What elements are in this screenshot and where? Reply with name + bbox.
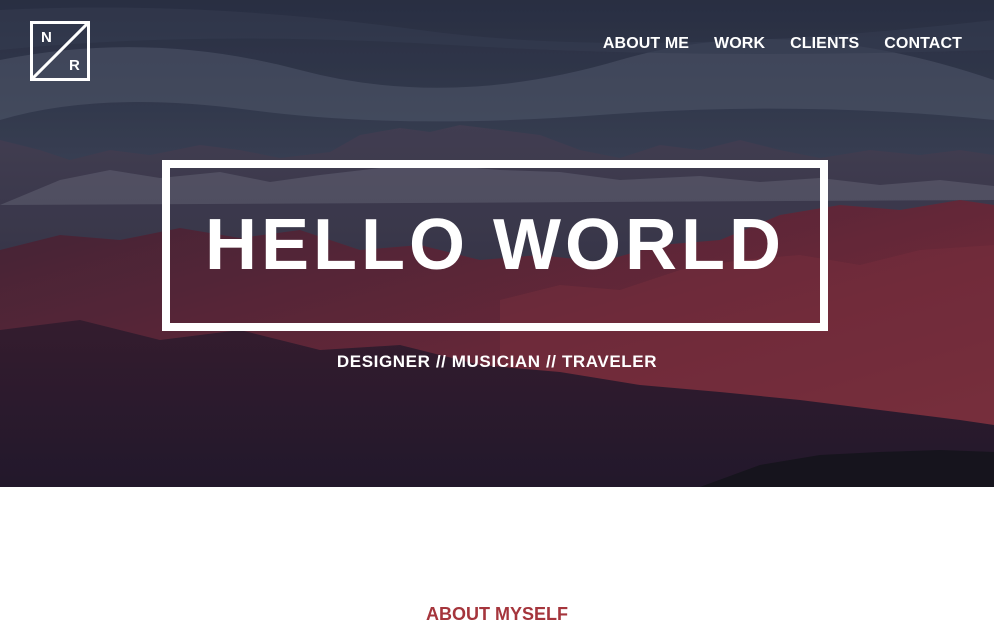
about-heading: ABOUT MYSELF xyxy=(426,604,568,624)
nav-contact[interactable]: CONTACT xyxy=(884,35,962,53)
nav-about-me[interactable]: ABOUT ME xyxy=(603,35,689,53)
nav-work[interactable]: WORK xyxy=(714,35,765,53)
hero-subtitle: DESIGNER // MUSICIAN // TRAVELER xyxy=(336,352,658,371)
logo-letter-bottom: R xyxy=(69,57,80,74)
hero-title-frame: HELLO WORLD xyxy=(162,160,828,331)
logo-letter-top: N xyxy=(41,29,52,46)
top-navigation: ABOUT ME WORK CLIENTS CONTACT xyxy=(603,35,962,53)
nav-clients[interactable]: CLIENTS xyxy=(790,35,859,53)
hero-title: HELLO WORLD xyxy=(205,205,785,285)
hero-section: N R ABOUT ME WORK CLIENTS CONTACT HELLO … xyxy=(0,0,994,487)
logo[interactable]: N R xyxy=(30,21,90,81)
